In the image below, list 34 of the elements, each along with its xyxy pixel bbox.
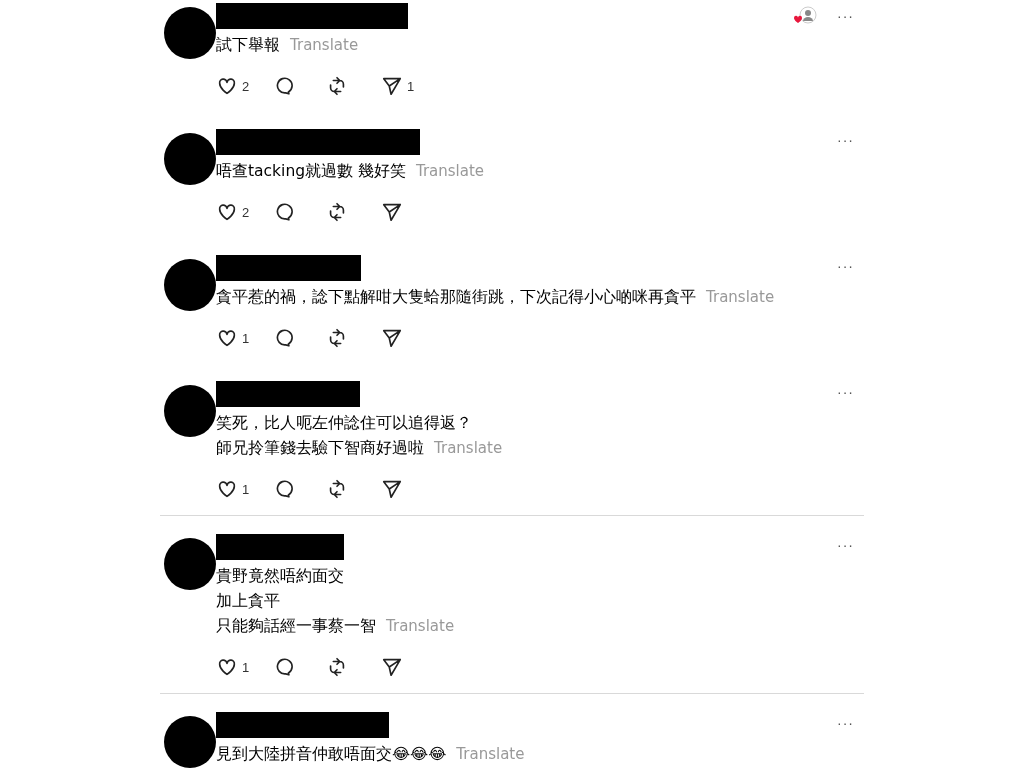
like-button[interactable]: 1 <box>216 478 271 500</box>
like-button[interactable]: 2 <box>216 75 271 97</box>
heart-icon <box>216 656 238 678</box>
send-icon <box>381 327 403 349</box>
post-text: 貴野竟然唔約面交 加上貪平 只能夠話經一事蔡一智 Translate <box>216 566 456 637</box>
post-text: 笑死，比人呃左仲諗住可以追得返？ 師兄拎筆錢去驗下智商好過啦 Translate <box>216 413 504 459</box>
heart-icon <box>216 478 238 500</box>
avatar[interactable] <box>164 538 216 590</box>
avatar[interactable] <box>164 385 216 437</box>
more-button[interactable]: ··· <box>837 715 854 731</box>
more-button[interactable]: ··· <box>837 384 854 400</box>
heart-icon <box>216 75 238 97</box>
post-text: 見到大陸拼音仲敢唔面交😂😂😂 Translate <box>216 744 526 765</box>
avatar[interactable] <box>164 133 216 185</box>
avatar[interactable] <box>164 7 216 59</box>
send-icon <box>381 75 403 97</box>
heart-icon <box>216 327 238 349</box>
more-button[interactable]: ··· <box>837 258 854 274</box>
avatar[interactable] <box>164 259 216 311</box>
like-button[interactable]: 1 <box>216 327 271 349</box>
share-button[interactable]: 1 <box>381 75 436 97</box>
more-button[interactable]: ··· <box>837 132 854 148</box>
like-button[interactable]: 1 <box>216 656 271 678</box>
post-text: 貪平惹的禍，諗下點解咁大隻蛤那隨街跳，下次記得小心啲咪再貪平 Translate <box>216 287 776 308</box>
send-icon <box>381 478 403 500</box>
send-icon <box>381 201 403 223</box>
more-button[interactable]: ··· <box>837 8 854 24</box>
send-icon <box>381 656 403 678</box>
heart-icon <box>216 201 238 223</box>
post-text: 試下舉報 Translate <box>216 35 360 56</box>
avatar[interactable] <box>164 716 216 768</box>
more-button[interactable]: ··· <box>837 537 854 553</box>
post-text: 唔查tacking就過數 幾好笑 Translate <box>216 161 486 182</box>
like-button[interactable]: 2 <box>216 201 271 223</box>
